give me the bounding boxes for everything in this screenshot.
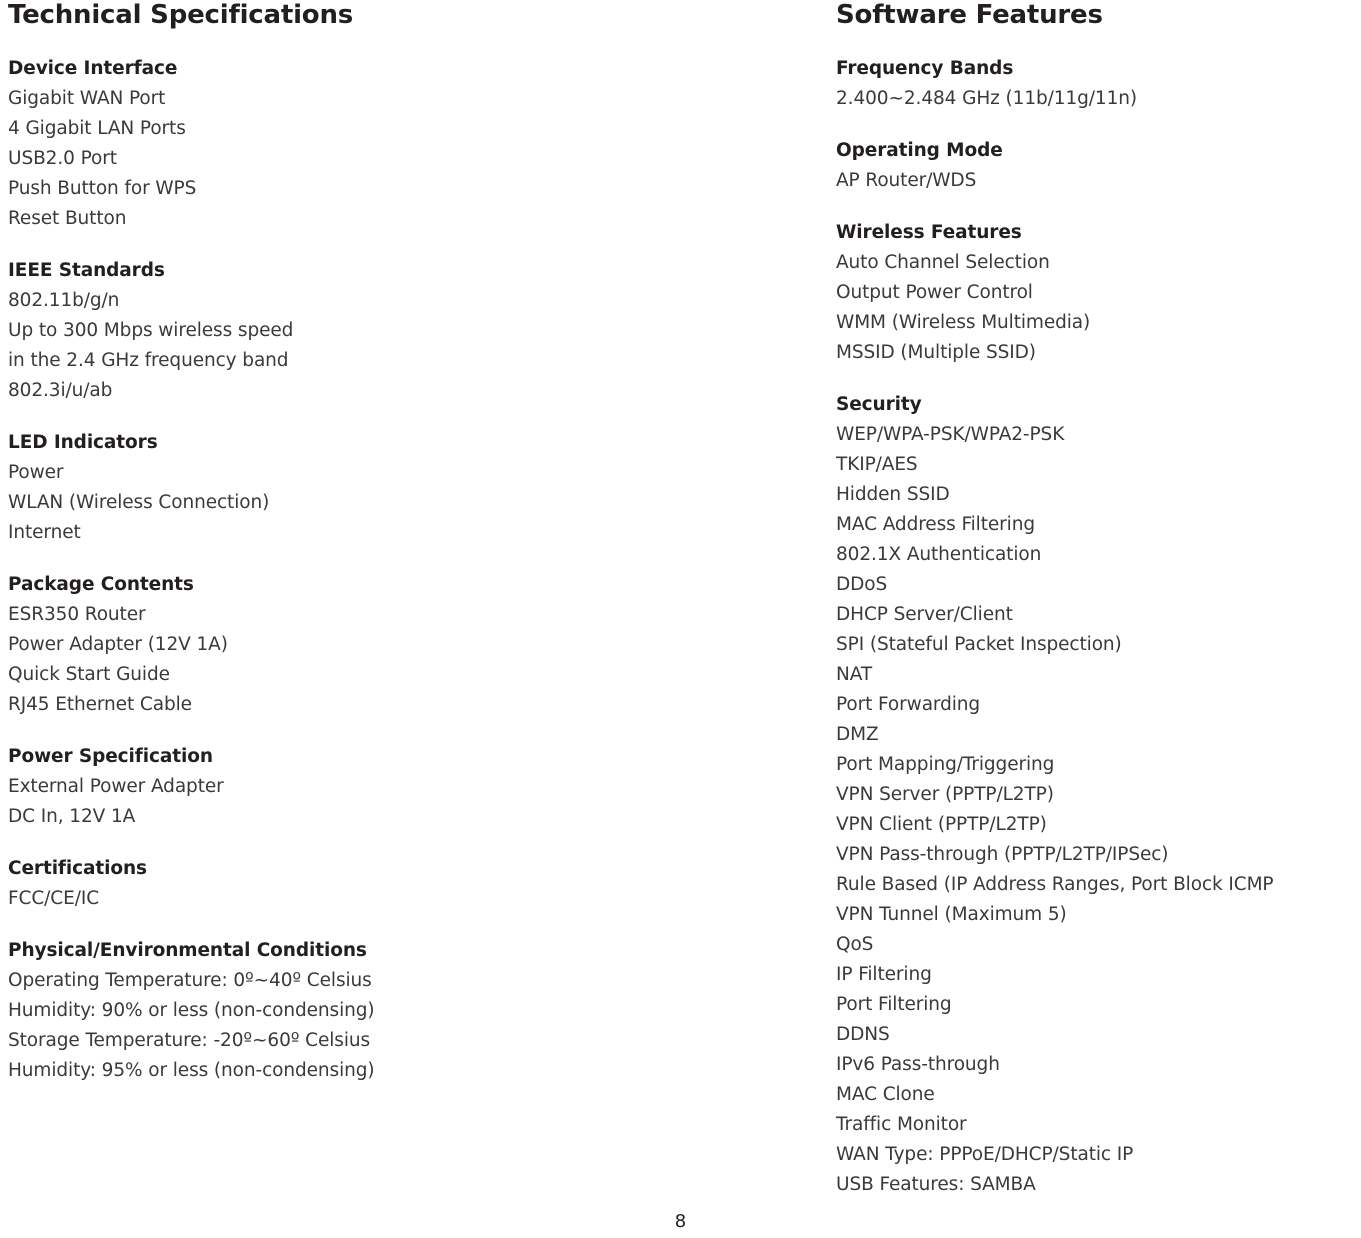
spec-group: Security WEP/WPA-PSK/WPA2-PSK TKIP/AES Hidd…: [836, 390, 1361, 1200]
spec-group-heading: Certifications: [8, 858, 147, 879]
spec-line: TKIP/AES: [836, 454, 918, 475]
spec-group-heading: Physical/Environmental Conditions: [8, 940, 367, 961]
spec-line: Quick Start Guide: [8, 664, 170, 685]
right-column-groups: Frequency Bands 2.400~2.484 GHz (11b/11g/…: [836, 54, 1361, 1200]
page-title-technical-specifications: Technical Specifications: [8, 0, 354, 30]
spec-line: Auto Channel Selection: [836, 252, 1050, 273]
spec-line: Output Power Control: [836, 282, 1033, 303]
spec-line: VPN Server (PPTP/L2TP): [836, 784, 1054, 805]
spec-line: Traffic Monitor: [836, 1114, 967, 1135]
spec-group: LED Indicators Power WLAN (Wireless Connec…: [8, 428, 648, 548]
spec-line: USB Features: SAMBA: [836, 1174, 1036, 1195]
spec-line: DC In, 12V 1A: [8, 806, 136, 827]
spec-line: Hidden SSID: [836, 484, 950, 505]
spec-line: 802.1X Authentication: [836, 544, 1042, 565]
spec-line: Port Filtering: [836, 994, 952, 1015]
spec-line: Operating Temperature: 0º~40º Celsius: [8, 970, 372, 991]
spec-group-heading: Security: [836, 394, 922, 415]
left-column: Technical Specifications Device Interfac…: [8, 0, 648, 1108]
spec-line: Humidity: 95% or less (non-condensing): [8, 1060, 375, 1081]
page-number: 8: [674, 1211, 687, 1232]
spec-line: VPN Tunnel (Maximum 5): [836, 904, 1067, 925]
spec-line: Port Forwarding: [836, 694, 981, 715]
spec-line: Storage Temperature: -20º~60º Celsius: [8, 1030, 371, 1051]
right-column: Software Features Frequency Bands 2.400~2…: [836, 0, 1361, 1222]
spec-line: Humidity: 90% or less (non-condensing): [8, 1000, 375, 1021]
document-page: Technical Specifications Device Interfac…: [0, 0, 1361, 1238]
spec-line: WAN Type: PPPoE/DHCP/Static IP: [836, 1144, 1134, 1165]
spec-line: Power: [8, 462, 64, 483]
spec-line: Up to 300 Mbps wireless speed: [8, 320, 294, 341]
spec-line: IP Filtering: [836, 964, 932, 985]
spec-line: MAC Clone: [836, 1084, 935, 1105]
spec-group-heading: Package Contents: [8, 574, 194, 595]
spec-line: AP Router/WDS: [836, 170, 977, 191]
spec-line: Internet: [8, 522, 81, 543]
spec-line: WEP/WPA-PSK/WPA2-PSK: [836, 424, 1065, 445]
page-title-software-features: Software Features: [836, 0, 1103, 30]
spec-line: 4 Gigabit LAN Ports: [8, 118, 186, 139]
spec-line: Push Button for WPS: [8, 178, 197, 199]
spec-line: WMM (Wireless Multimedia): [836, 312, 1091, 333]
spec-group-heading: Operating Mode: [836, 140, 1003, 161]
spec-line: 802.3i/u/ab: [8, 380, 113, 401]
spec-line: USB2.0 Port: [8, 148, 117, 169]
spec-line: VPN Client (PPTP/L2TP): [836, 814, 1047, 835]
spec-line: in the 2.4 GHz frequency band: [8, 350, 289, 371]
spec-group: IEEE Standards 802.11b/g/n Up to 300 Mbps …: [8, 256, 648, 406]
spec-line: MSSID (Multiple SSID): [836, 342, 1036, 363]
spec-line: DDNS: [836, 1024, 890, 1045]
spec-group: Physical/Environmental Conditions Operati…: [8, 936, 648, 1086]
spec-group-heading: Wireless Features: [836, 222, 1022, 243]
left-column-groups: Device Interface Gigabit WAN Port 4 Gigabi…: [8, 54, 648, 1086]
spec-line: Power Adapter (12V 1A): [8, 634, 228, 655]
spec-line: DHCP Server/Client: [836, 604, 1013, 625]
spec-line: IPv6 Pass-through: [836, 1054, 1000, 1075]
spec-line: RJ45 Ethernet Cable: [8, 694, 192, 715]
spec-line: ESR350 Router: [8, 604, 146, 625]
spec-line: WLAN (Wireless Connection): [8, 492, 270, 513]
spec-line: VPN Pass-through (PPTP/L2TP/IPSec): [836, 844, 1169, 865]
spec-group-heading: Power Specification: [8, 746, 213, 767]
spec-line: 802.11b/g/n: [8, 290, 120, 311]
spec-line: Port Mapping/Triggering: [836, 754, 1055, 775]
spec-line: DMZ: [836, 724, 879, 745]
spec-group: Power Specification External Power Adapte…: [8, 742, 648, 832]
spec-line: Rule Based (IP Address Ranges, Port Bloc…: [836, 874, 1274, 895]
spec-group: Operating Mode AP Router/WDS: [836, 136, 1361, 196]
spec-line: External Power Adapter: [8, 776, 224, 797]
spec-line: Reset Button: [8, 208, 127, 229]
spec-line: Gigabit WAN Port: [8, 88, 166, 109]
spec-line: QoS: [836, 934, 874, 955]
spec-group-heading: LED Indicators: [8, 432, 158, 453]
spec-line: FCC/CE/IC: [8, 888, 100, 909]
spec-line: MAC Address Filtering: [836, 514, 1035, 535]
spec-group: Frequency Bands 2.400~2.484 GHz (11b/11g/…: [836, 54, 1361, 114]
spec-line: SPI (Stateful Packet Inspection): [836, 634, 1122, 655]
spec-group: Wireless Features Auto Channel Selection O…: [836, 218, 1361, 368]
spec-group: Certifications FCC/CE/IC: [8, 854, 648, 914]
spec-group-heading: Device Interface: [8, 58, 178, 79]
spec-group-heading: IEEE Standards: [8, 260, 165, 281]
spec-line: 2.400~2.484 GHz (11b/11g/11n): [836, 88, 1137, 109]
spec-group-heading: Frequency Bands: [836, 58, 1014, 79]
spec-line: DDoS: [836, 574, 888, 595]
spec-line: NAT: [836, 664, 873, 685]
spec-group: Package Contents ESR350 Router Power Adapt…: [8, 570, 648, 720]
spec-group: Device Interface Gigabit WAN Port 4 Gigabi…: [8, 54, 648, 234]
